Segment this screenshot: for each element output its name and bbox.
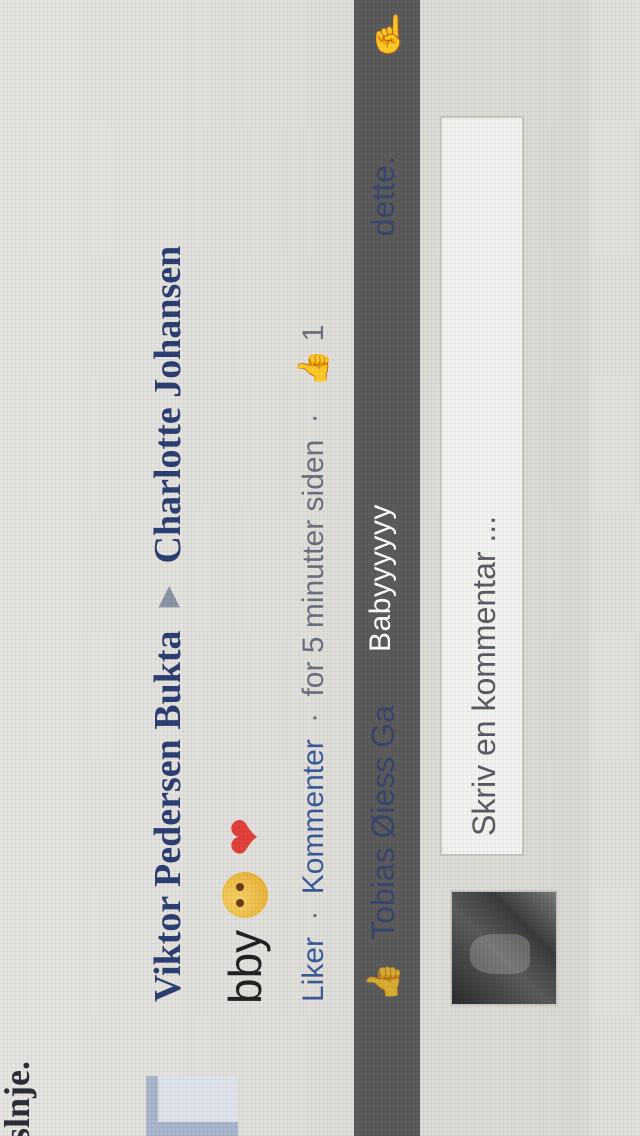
liker-name[interactable]: Tobias Øiess Ga xyxy=(365,705,401,940)
hand-pointer-icon[interactable]: ☝ xyxy=(367,13,412,55)
post-message: bby ❤ xyxy=(218,814,272,1004)
post-header: Viktor Pedersen Bukta ▶ Charlotte Johans… xyxy=(146,246,190,1002)
comment-input[interactable]: Skriv en kommentar ... xyxy=(440,116,524,856)
heart-emoji-icon: ❤ xyxy=(219,817,271,857)
post-message-text: bby xyxy=(219,929,271,1004)
like-link[interactable]: Liker xyxy=(297,937,330,1002)
overlay-caption: Babyyyyyy xyxy=(364,504,397,652)
post-timestamp[interactable]: for 5 minutter siden xyxy=(297,440,330,697)
tearful-face-emoji-icon xyxy=(222,871,268,918)
partial-text: slnje. xyxy=(0,1061,37,1136)
arrow-icon: ▶ xyxy=(153,586,182,607)
rotated-screen: slnje. Viktor Pedersen Bukta ▶ Charlotte… xyxy=(0,0,640,1136)
like-thumb-icon: 👍 xyxy=(365,962,401,1002)
post-avatar-placeholder xyxy=(146,1076,238,1136)
separator: · xyxy=(297,712,330,723)
post-actions: Liker · Kommenter · for 5 minutter siden… xyxy=(296,325,331,1002)
likes-count[interactable]: 1 xyxy=(297,325,330,342)
comment-link[interactable]: Kommenter xyxy=(297,739,330,894)
comment-composer: Skriv en kommentar ... xyxy=(440,0,560,1006)
separator: · xyxy=(297,910,330,921)
bottom-strip xyxy=(590,0,640,1136)
author-link[interactable]: Viktor Pedersen Bukta xyxy=(147,630,189,1002)
separator: · xyxy=(297,413,330,424)
thumbs-up-icon: 👍 xyxy=(297,349,330,388)
likes-suffix: dette. xyxy=(365,156,401,237)
user-avatar xyxy=(450,890,558,1006)
recipient-link[interactable]: Charlotte Johansen xyxy=(147,246,189,564)
avatar-silhouette xyxy=(158,1076,238,1122)
